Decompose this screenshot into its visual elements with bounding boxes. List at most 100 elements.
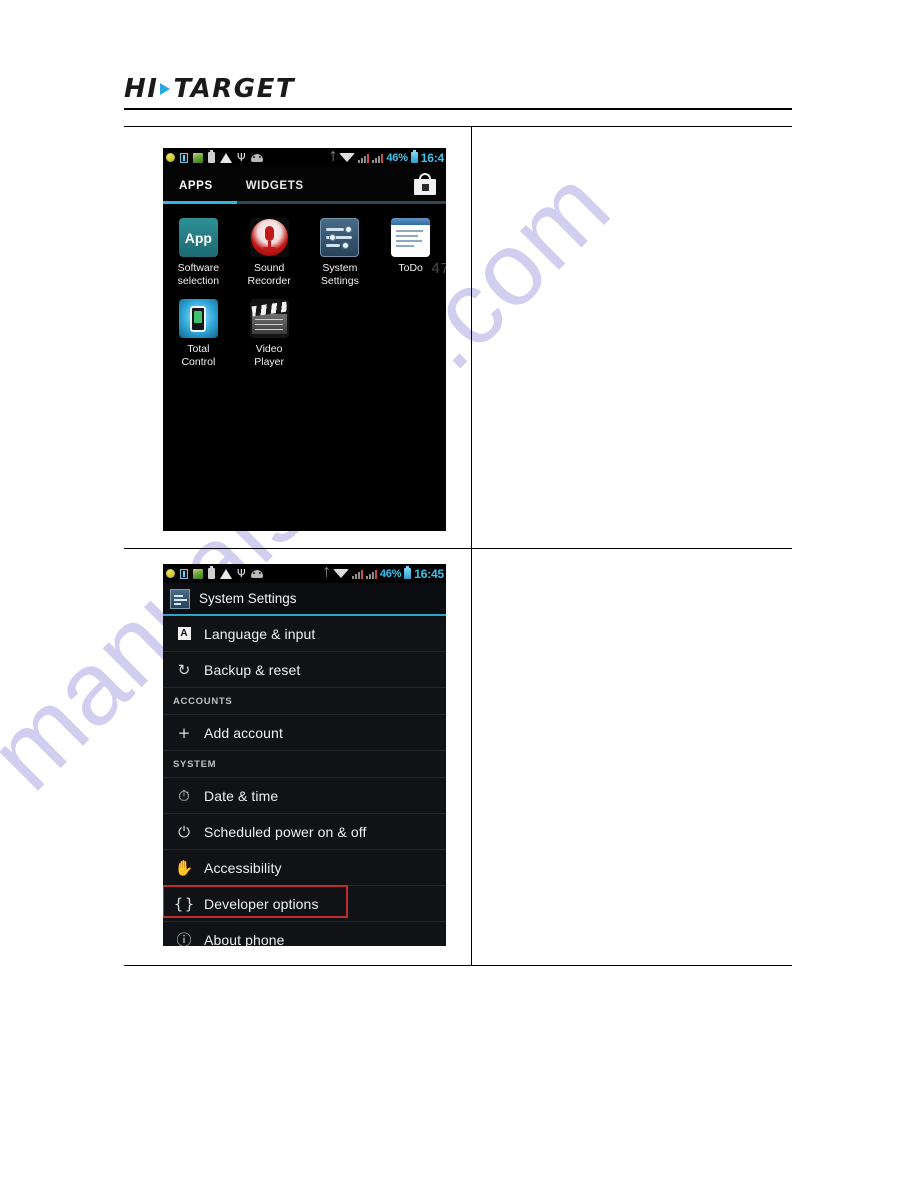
status-bar-right-icons: ᛏ 46% 16:45	[323, 566, 444, 581]
sd-card-icon	[193, 568, 203, 579]
warning-icon	[220, 152, 232, 163]
settings-line-3	[326, 244, 341, 247]
settings-knob-2	[329, 234, 337, 241]
app-label-line-2: selection	[177, 274, 220, 287]
logo-text-hi: HI	[124, 74, 159, 104]
sd-card-icon	[193, 152, 203, 163]
app-label-line-1: Sound	[253, 262, 285, 274]
clapper-board	[251, 314, 287, 334]
todo-icon	[391, 218, 431, 257]
header-divider	[124, 108, 792, 110]
battery-icon	[410, 150, 418, 163]
tab-underline	[163, 201, 446, 204]
language-input-icon: A	[173, 627, 195, 640]
todo-line-3	[396, 240, 423, 242]
status-bar-right-icons: ᛏ 46% 16:4	[330, 150, 444, 165]
table-cell-figure-2: Ψ ᛏ 46% 16:45 System Settings A Language…	[124, 549, 471, 965]
tab-active-indicator	[163, 201, 237, 204]
settings-section-label: SYSTEM	[173, 758, 217, 770]
settings-item-backup-reset[interactable]: ↻ Backup & reset	[163, 652, 446, 688]
todo-line-1	[396, 230, 424, 232]
settings-item-label: Add account	[204, 724, 283, 741]
sound-recorder-icon	[249, 218, 289, 257]
settings-knob-1	[345, 226, 353, 233]
app-selection-icon: App	[178, 218, 218, 257]
power-icon: ⏻	[178, 822, 190, 841]
settings-section-accounts: ACCOUNTS	[163, 688, 446, 715]
settings-item-label: Date & time	[204, 787, 279, 804]
app-label-line-2: Settings	[320, 274, 359, 287]
settings-item-date-time[interactable]: ⏱ Date & time	[163, 778, 446, 814]
app-icon-text: App	[184, 229, 212, 246]
app-grid: App Software selection Sound Recorder Sy…	[163, 204, 446, 368]
mic-cap	[264, 226, 274, 241]
app-label-software-selection: Software selection	[178, 262, 219, 287]
app-label-sound-recorder: Sound Recorder	[248, 262, 291, 287]
battery-percent-label: 46%	[379, 567, 402, 580]
app-label-video-player: Video Player	[254, 343, 284, 368]
app-label-line-1: ToDo	[398, 262, 423, 274]
mic-base	[262, 247, 276, 250]
sim-card-icon	[180, 152, 188, 163]
settings-item-accessibility[interactable]: ✋ Accessibility	[163, 850, 446, 886]
settings-title-bar: System Settings	[163, 583, 446, 616]
settings-item-label: Language & input	[204, 625, 316, 642]
system-settings-screenshot: Ψ ᛏ 46% 16:45 System Settings A Language…	[163, 564, 446, 946]
settings-item-add-account[interactable]: + Add account	[163, 715, 446, 751]
logo-text-target: TARGET	[173, 74, 296, 104]
app-item-system-settings[interactable]: System Settings	[305, 212, 376, 287]
settings-item-language-input[interactable]: A Language & input	[163, 616, 446, 652]
clock-icon: ⏱	[178, 786, 190, 805]
launcher-tab-bar: APPS WIDGETS	[163, 167, 446, 204]
app-item-video-player[interactable]: Video Player	[234, 293, 305, 368]
settings-list: A Language & input ↻ Backup & reset ACCO…	[163, 616, 446, 946]
app-label-line-1: Software	[177, 262, 220, 274]
settings-item-developer-options[interactable]: { } Developer options	[163, 885, 446, 922]
app-label-line-2: Control	[181, 355, 216, 368]
app-item-sound-recorder[interactable]: Sound Recorder	[234, 212, 305, 287]
todo-titlebar	[391, 218, 431, 225]
settings-knob-3	[342, 242, 350, 249]
status-bar: Ψ ᛏ 46% 16:45	[163, 564, 446, 583]
table-cell-figure-1: Ψ ᛏ 46% 16:4 APPS WIDGETS App Software s…	[124, 126, 471, 548]
settings-item-about-phone[interactable]: ⓘ About phone	[163, 922, 446, 946]
app-label-line-2: Recorder	[247, 274, 291, 287]
tab-widgets[interactable]: WIDGETS	[246, 167, 304, 204]
info-icon: ⓘ	[176, 931, 192, 946]
tab-apps[interactable]: APPS	[179, 167, 213, 204]
braces-icon: { }	[173, 894, 195, 913]
settings-line-1	[326, 228, 345, 231]
app-label-line-1: Video	[255, 343, 283, 355]
table-vertical-divider	[471, 126, 472, 965]
battery-saver-icon	[208, 566, 215, 579]
signal-bars-icon	[358, 153, 370, 163]
app-label-line-1: System	[322, 262, 358, 274]
wifi-icon	[332, 569, 349, 578]
document-header: HI TARGET	[124, 76, 792, 102]
app-label-total-control: Total Control	[181, 343, 215, 368]
status-bar-left-icons: Ψ	[166, 566, 263, 580]
status-bar-left-icons: Ψ	[166, 150, 263, 164]
play-store-bag-icon[interactable]	[414, 173, 436, 195]
todo-line-4	[396, 245, 415, 247]
app-item-total-control[interactable]: Total Control	[163, 293, 234, 368]
phone-screen-shape	[190, 305, 207, 332]
battery-percent-label: 46%	[386, 151, 408, 164]
bag-tag	[422, 184, 429, 191]
wifi-icon	[339, 153, 356, 162]
table-rule-bottom	[124, 965, 792, 966]
signal-bars-2-icon	[365, 569, 377, 579]
sync-icon	[166, 569, 175, 578]
android-robot-icon	[250, 153, 263, 162]
app-label-line-1: Total	[187, 343, 210, 355]
usb-icon: Ψ	[237, 566, 246, 580]
sync-icon	[166, 153, 175, 162]
battery-icon	[404, 566, 412, 579]
settings-item-scheduled-power[interactable]: ⏻ Scheduled power on & off	[163, 814, 446, 850]
app-item-software-selection[interactable]: App Software selection	[163, 212, 234, 287]
page-title: System Settings	[199, 591, 297, 606]
tab-apps-label: APPS	[179, 179, 213, 192]
app-drawer-screenshot: Ψ ᛏ 46% 16:4 APPS WIDGETS App Software s…	[163, 148, 446, 531]
settings-section-system: SYSTEM	[163, 751, 446, 778]
usb-icon: Ψ	[237, 150, 246, 164]
